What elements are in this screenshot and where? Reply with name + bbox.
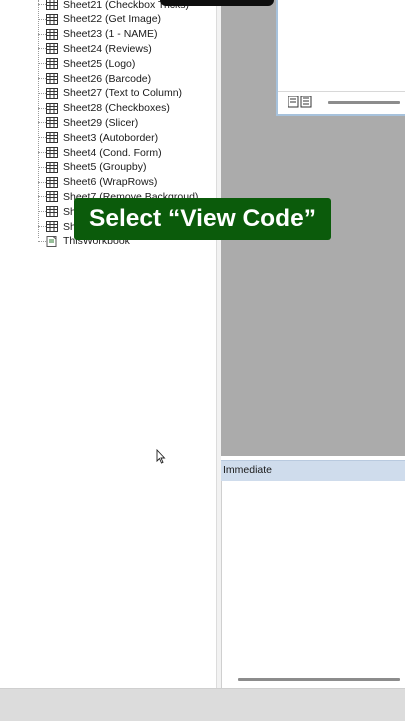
tree-item[interactable]: Sheet25 (Logo) — [46, 56, 135, 71]
immediate-title: Immediate — [221, 460, 405, 481]
tree-branch — [38, 4, 46, 5]
immediate-window[interactable] — [221, 481, 405, 688]
sheet-icon — [46, 0, 58, 10]
tree-branch — [38, 240, 46, 242]
tree-item-label: Sheet3 (Autoborder) — [63, 131, 159, 144]
tree-item[interactable]: Sheet24 (Reviews) — [46, 41, 152, 56]
tree-branch — [38, 107, 46, 109]
mouse-cursor-icon — [156, 449, 166, 464]
tree-item-label: Sheet29 (Slicer) — [63, 116, 139, 129]
sheet-icon — [46, 87, 58, 99]
sheet-icon — [46, 102, 58, 114]
tree-branch — [38, 48, 46, 50]
tree-branch — [38, 137, 46, 139]
tree-item[interactable]: Sheet26 (Barcode) — [46, 71, 151, 86]
tree-item[interactable]: Sheet4 (Cond. Form) — [46, 145, 162, 160]
immediate-hscroll[interactable] — [238, 678, 400, 681]
sheet-icon — [46, 28, 58, 40]
sheet-icon — [46, 176, 58, 188]
tree-item-label: Sheet6 (WrapRows) — [63, 176, 158, 189]
tree-branch — [38, 122, 46, 124]
tree-item[interactable]: Sheet28 (Checkboxes) — [46, 101, 170, 116]
tree-item-label: Sheet26 (Barcode) — [63, 72, 152, 85]
sheet-icon — [46, 58, 58, 70]
tree-item[interactable]: Sheet3 (Autoborder) — [46, 130, 158, 145]
tree-item[interactable]: Sheet22 (Get Image) — [46, 12, 161, 27]
sheet-icon — [46, 191, 58, 203]
tree-branch — [38, 196, 46, 198]
sheet-icon — [46, 221, 58, 232]
code-window[interactable] — [276, 0, 405, 116]
tree-item[interactable]: Sheet6 (WrapRows) — [46, 175, 157, 190]
sheet-icon — [46, 117, 58, 129]
project-explorer: Sheet21 (Checkbox Tricks) Sheet22 (Get Im… — [8, 0, 218, 688]
tree-branch — [38, 92, 46, 94]
sheet-icon — [46, 43, 58, 55]
tree-branch — [38, 166, 46, 168]
view-buttons-icon[interactable] — [288, 96, 312, 108]
tree-branch — [38, 211, 46, 213]
tree-branch — [38, 33, 46, 35]
workbook-icon — [46, 235, 57, 247]
status-bar — [0, 688, 405, 721]
tree-item-label: Sheet4 (Cond. Form) — [63, 146, 162, 159]
tree-item[interactable]: Sheet27 (Text to Column) — [46, 86, 182, 101]
tree-branch — [38, 18, 46, 20]
tree-item[interactable]: Sheet5 (Groupby) — [46, 160, 146, 175]
tree-connector — [38, 0, 40, 238]
tree-item[interactable]: Sheet29 (Slicer) — [46, 115, 138, 130]
tree-branch — [38, 181, 46, 183]
caption-banner: Select “View Code” — [74, 198, 331, 240]
sheet-icon — [46, 161, 58, 173]
tree-item-label: Sheet5 (Groupby) — [63, 161, 147, 174]
tree-item-label: Sheet27 (Text to Column) — [63, 87, 183, 100]
tree-item-label: Sheet23 (1 - NAME) — [63, 28, 158, 41]
tree-branch — [38, 152, 46, 153]
tree-item-label: Sheet24 (Reviews) — [63, 42, 152, 55]
tree-branch — [38, 78, 46, 79]
tree-item-label: Sheet28 (Checkboxes) — [63, 102, 170, 115]
tree-branch — [38, 226, 46, 227]
sheet-icon — [46, 206, 58, 218]
sheet-icon — [46, 73, 58, 84]
top-overlay — [160, 0, 274, 6]
tree-item[interactable]: Sheet23 (1 - NAME) — [46, 27, 158, 42]
tree-item-label: Sheet22 (Get Image) — [63, 13, 162, 26]
code-hscroll[interactable] — [328, 101, 400, 104]
sheet-icon — [46, 132, 58, 144]
tree-branch — [38, 63, 46, 65]
sheet-icon — [46, 147, 58, 158]
sheet-icon — [46, 13, 58, 25]
code-editor[interactable] — [278, 0, 405, 92]
tree-item-label: Sheet25 (Logo) — [63, 57, 136, 70]
